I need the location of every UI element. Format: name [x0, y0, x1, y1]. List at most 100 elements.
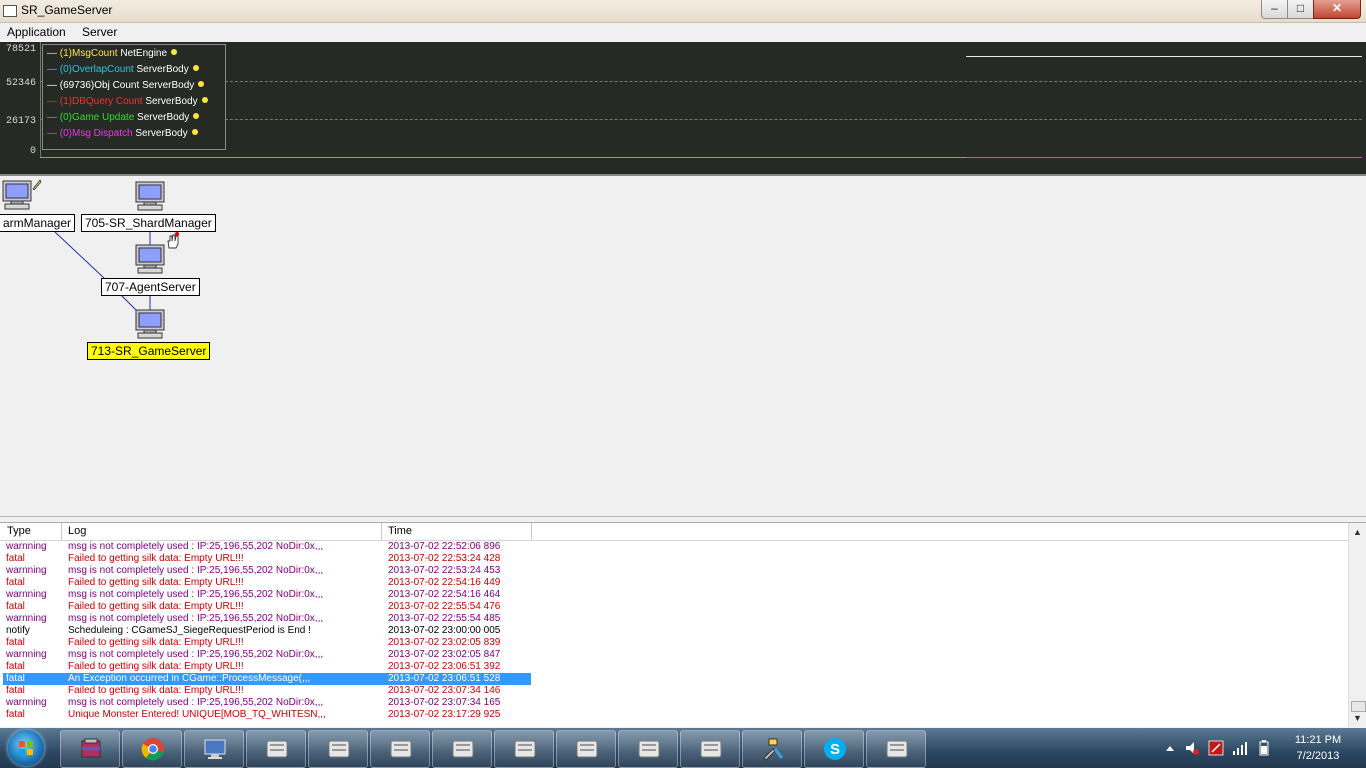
log-row[interactable]: warnning msg is not completely used : IP:…: [3, 541, 531, 553]
taskbar-button-server-app[interactable]: [370, 730, 430, 768]
legend-item-msgdispatch[interactable]: — (0)Msg Dispatch ServerBody: [47, 128, 198, 139]
chrome-icon: [141, 738, 164, 761]
legend-series-name: — (0)Msg Dispatch: [47, 128, 133, 139]
taskbar-button-server-app[interactable]: [680, 730, 740, 768]
log-row[interactable]: fatal Failed to getting silk data: Empty …: [3, 685, 531, 697]
link-line: [54, 231, 105, 279]
tools-icon: [763, 738, 784, 761]
log-cell-type: warnning: [6, 613, 47, 624]
taskbar-button-server-app[interactable]: [556, 730, 616, 768]
minimize-button[interactable]: –: [1261, 0, 1288, 19]
column-divider[interactable]: [61, 523, 62, 540]
log-cell-time: 2013-07-02 23:06:51 392: [388, 661, 501, 672]
legend-marker-icon: [198, 81, 205, 87]
close-button[interactable]: ✕: [1313, 0, 1361, 19]
log-cell-log: msg is not completely used : IP:25,196,5…: [68, 589, 324, 600]
scroll-up-icon[interactable]: ▲: [1350, 525, 1365, 540]
legend-item-dbquerycount[interactable]: — (1)DBQuery Count ServerBody: [47, 96, 208, 107]
clock-date: 7/2/2013: [1296, 750, 1340, 762]
log-cell-time: 2013-07-02 23:02:05 847: [388, 649, 501, 660]
performance-graph: 78521 52346 26173 0 — (1)MsgCount NetEng…: [0, 42, 1366, 176]
volume-muted-icon[interactable]: [1184, 740, 1200, 756]
log-cell-log: Failed to getting silk data: Empty URL!!…: [68, 685, 244, 696]
log-cell-type: warnning: [6, 565, 47, 576]
legend-marker-icon: [191, 129, 198, 135]
server-computer-icon: [135, 181, 165, 211]
log-cell-time: 2013-07-02 22:54:16 464: [388, 589, 501, 600]
log-row[interactable]: warnning msg is not completely used : IP:…: [3, 697, 531, 709]
taskbar-button-server-app[interactable]: [866, 730, 926, 768]
taskbar-button-tools[interactable]: [742, 730, 802, 768]
maximize-button[interactable]: □: [1287, 0, 1314, 19]
log-cell-type: fatal: [6, 709, 25, 720]
security-alert-icon[interactable]: [1208, 740, 1224, 756]
taskbar-button-winrar[interactable]: [60, 730, 120, 768]
scroll-down-icon[interactable]: ▼: [1350, 711, 1365, 726]
column-header-log[interactable]: Log: [68, 525, 86, 537]
y-tick-label: 78521: [6, 44, 37, 55]
log-vertical-scrollbar[interactable]: ▲ ▼: [1348, 523, 1366, 727]
show-hidden-icons-icon[interactable]: [1165, 744, 1175, 752]
menu-application[interactable]: Application: [7, 25, 66, 39]
log-row[interactable]: warnning msg is not completely used : IP:…: [3, 565, 531, 577]
log-cell-time: 2013-07-02 23:06:51 528: [388, 673, 501, 684]
log-cell-log: Failed to getting silk data: Empty URL!!…: [68, 553, 244, 564]
log-row[interactable]: warnning msg is not completely used : IP:…: [3, 589, 531, 601]
log-table-header: Type Log Time: [0, 523, 1348, 541]
log-cell-log: msg is not completely used : IP:25,196,5…: [68, 565, 324, 576]
taskbar: S 11:21 PM 7/2/2013: [0, 728, 1366, 768]
graph-legend: — (1)MsgCount NetEngine — (0)OverlapCoun…: [42, 44, 226, 150]
legend-series-group: ServerBody: [137, 112, 190, 123]
legend-item-gameupdate[interactable]: — (0)Game Update ServerBody: [47, 112, 200, 123]
server-computer-icon: [135, 309, 165, 339]
log-cell-log: msg is not completely used : IP:25,196,5…: [68, 697, 324, 708]
legend-series-group: ServerBody: [142, 80, 195, 91]
legend-item-overlapcount[interactable]: — (0)OverlapCount ServerBody: [47, 64, 199, 75]
taskbar-button-chrome[interactable]: [122, 730, 182, 768]
legend-series-name: — (0)OverlapCount: [47, 64, 134, 75]
column-divider[interactable]: [531, 523, 532, 540]
taskbar-button-server-app[interactable]: [308, 730, 368, 768]
log-row[interactable]: warnning msg is not completely used : IP:…: [3, 649, 531, 661]
taskbar-button-server-app[interactable]: [432, 730, 492, 768]
battery-icon[interactable]: [1258, 740, 1270, 756]
log-cell-log: msg is not completely used : IP:25,196,5…: [68, 613, 324, 624]
link-line: [119, 293, 137, 311]
log-row[interactable]: fatal Failed to getting silk data: Empty …: [3, 637, 531, 649]
start-button[interactable]: [8, 730, 44, 766]
menu-server[interactable]: Server: [82, 25, 117, 39]
taskbar-button-skype[interactable]: S: [804, 730, 864, 768]
svg-text:S: S: [830, 741, 840, 758]
log-row[interactable]: fatal Failed to getting silk data: Empty …: [3, 601, 531, 613]
log-cell-type: fatal: [6, 637, 25, 648]
log-row[interactable]: fatal An Exception occurred in CGame::Pro…: [3, 673, 531, 685]
log-cell-type: notify: [6, 625, 30, 636]
app-icon: [3, 5, 17, 17]
log-row[interactable]: fatal Failed to getting silk data: Empty …: [3, 553, 531, 565]
column-header-type[interactable]: Type: [7, 525, 31, 537]
network-signal-icon[interactable]: [1232, 740, 1248, 756]
server-app-icon: [452, 740, 474, 758]
server-app-icon: [514, 740, 536, 758]
taskbar-button-remote-desktop[interactable]: [184, 730, 244, 768]
taskbar-button-server-app[interactable]: [246, 730, 306, 768]
taskbar-clock[interactable]: 11:21 PM 7/2/2013: [1278, 732, 1358, 764]
log-row[interactable]: fatal Failed to getting silk data: Empty …: [3, 661, 531, 673]
server-app-icon: [886, 740, 908, 758]
log-row[interactable]: fatal Failed to getting silk data: Empty …: [3, 577, 531, 589]
taskbar-button-server-app[interactable]: [618, 730, 678, 768]
column-divider[interactable]: [381, 523, 382, 540]
log-row[interactable]: fatal Unique Monster Entered! UNIQUE[MOB_…: [3, 709, 531, 721]
legend-item-objcount[interactable]: — (69736)Obj Count ServerBody: [47, 80, 205, 91]
winrar-icon: [81, 738, 101, 758]
log-row[interactable]: warnning msg is not completely used : IP:…: [3, 613, 531, 625]
legend-item-msgcount[interactable]: — (1)MsgCount NetEngine: [47, 48, 178, 59]
server-topology-canvas[interactable]: armManager 705-SR_ShardManager 707-Agent…: [0, 176, 1366, 517]
taskbar-button-server-app[interactable]: [494, 730, 554, 768]
column-header-time[interactable]: Time: [388, 525, 412, 537]
log-row[interactable]: notify Scheduleing : CGameSJ_SiegeRequest…: [3, 625, 531, 637]
legend-series-name: — (0)Game Update: [47, 112, 135, 123]
log-cell-log: Failed to getting silk data: Empty URL!!…: [68, 577, 244, 588]
legend-series-group: ServerBody: [145, 96, 198, 107]
log-cell-log: Scheduleing : CGameSJ_SiegeRequestPeriod…: [68, 625, 311, 636]
